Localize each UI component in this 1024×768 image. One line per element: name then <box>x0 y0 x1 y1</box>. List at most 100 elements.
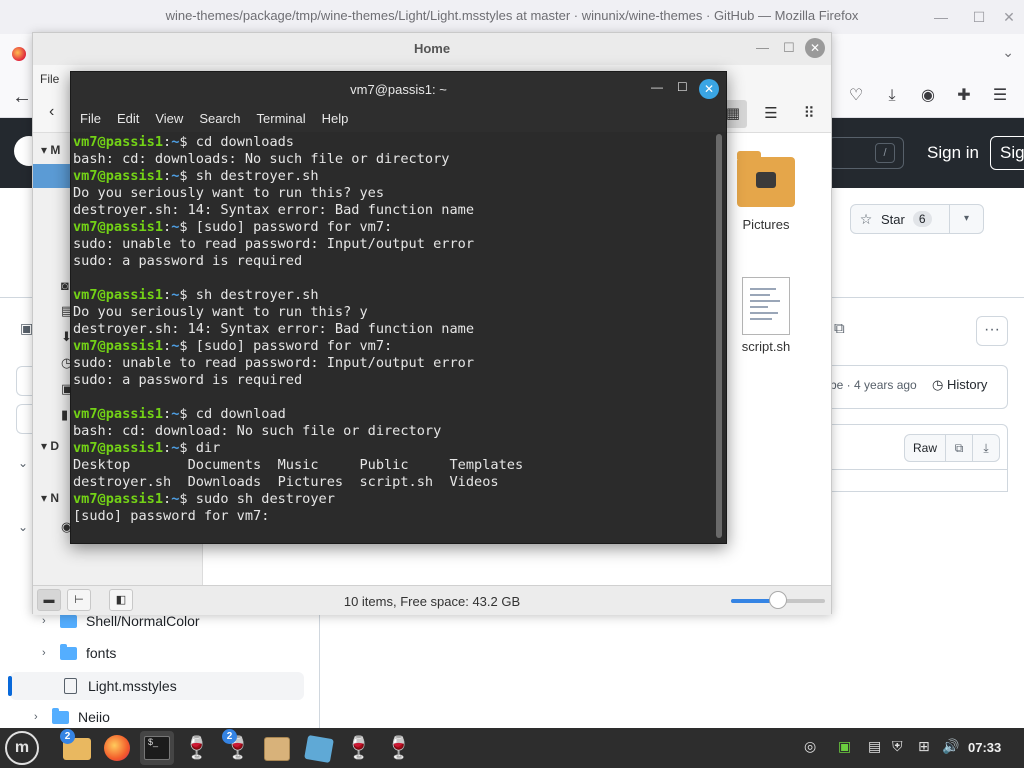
prompt-user: vm7@passis1 <box>73 338 164 354</box>
tree-item-fonts[interactable]: › fonts <box>42 639 116 667</box>
download-raw-icon[interactable]: ⤓ <box>972 434 1000 462</box>
tab-list-chevron-icon[interactable]: ⌄ <box>1002 44 1014 61</box>
shield-icon[interactable]: ⛨ <box>892 738 903 755</box>
taskbar-app-firefox[interactable] <box>100 731 134 765</box>
prompt-separator: : <box>163 287 172 303</box>
history-button[interactable]: ◷ History <box>932 377 987 393</box>
terminal-line: sudo: unable to read password: Input/out… <box>73 236 523 253</box>
taskbar-app-terminal[interactable]: $_ <box>140 731 174 765</box>
pocket-icon[interactable]: ♡ <box>846 86 866 106</box>
compact-view-button[interactable]: ⠿ <box>795 100 823 128</box>
zoom-slider-knob[interactable] <box>769 591 787 609</box>
files-badge: 2 <box>60 729 75 744</box>
star-button[interactable]: ☆ Star 6 ▾ <box>850 204 984 234</box>
sign-up-button[interactable]: Sig <box>990 136 1024 170</box>
terminal-menu-search[interactable]: Search <box>199 106 240 132</box>
sign-in-link[interactable]: Sign in <box>927 143 979 163</box>
terminal-maximize-button[interactable]: ☐ <box>677 80 688 94</box>
clock[interactable]: 07:33 <box>968 740 1001 755</box>
raw-button[interactable]: Raw <box>904 434 946 462</box>
terminal-line: vm7@passis1:~$ [sudo] password for vm7: <box>73 338 523 355</box>
more-options-button[interactable]: ··· <box>976 316 1008 346</box>
terminal-close-button[interactable]: ✕ <box>699 79 719 99</box>
chevron-right-icon[interactable]: › <box>34 711 52 723</box>
taskbar-app-archive[interactable] <box>260 731 294 765</box>
fm-back-icon[interactable]: ‹ <box>49 103 54 121</box>
trash-icon: ▮ <box>61 407 69 422</box>
sidebar-section-devices[interactable]: ▾ D <box>41 439 59 453</box>
tree-item-light-msstyles[interactable]: Light.msstyles <box>64 672 177 700</box>
search-shortcut-key: / <box>875 143 895 163</box>
taskbar-app-wine-glass-2[interactable]: 🍷 <box>341 731 375 765</box>
tree-item-neiio[interactable]: › Neiio <box>34 703 110 731</box>
terminal-menu-terminal[interactable]: Terminal <box>257 106 306 132</box>
sidebar-section-my-computer[interactable]: ▾ M <box>41 143 60 157</box>
output-text: destroyer.sh: 14: Syntax error: Bad func… <box>73 321 475 337</box>
firefox-maximize-button[interactable]: ☐ <box>966 6 992 28</box>
output-text: bash: cd: downloads: No such file or dir… <box>73 151 450 167</box>
terminal-menu-view[interactable]: View <box>155 106 183 132</box>
terminal-scrollbar[interactable] <box>716 134 722 538</box>
fm-maximize-button[interactable]: ☐ <box>783 40 795 56</box>
output-text: bash: cd: download: No such file or dire… <box>73 423 442 439</box>
script-file-icon <box>742 277 790 335</box>
fm-minimize-button[interactable]: — <box>756 40 769 55</box>
network-icon[interactable]: ⊞ <box>918 738 930 755</box>
sidebar-section-network[interactable]: ▾ N <box>41 491 59 505</box>
terminal-body[interactable]: vm7@passis1:~$ cd downloads bash: cd: dow… <box>71 132 726 543</box>
terminal-menu-file[interactable]: File <box>80 106 101 132</box>
terminal-menu-help[interactable]: Help <box>322 106 349 132</box>
chevron-right-icon[interactable]: › <box>42 647 60 659</box>
tree-expand-chevron-icon[interactable]: ⌄ <box>18 456 28 470</box>
prompt-separator: : <box>163 406 172 422</box>
terminal-menu-edit[interactable]: Edit <box>117 106 139 132</box>
chrome-tray-icon[interactable]: ◎ <box>804 738 816 755</box>
download-icon[interactable]: ⤓ <box>882 86 902 106</box>
command-text: sh destroyer.sh <box>195 287 319 303</box>
tree-expand-chevron-icon-2[interactable]: ⌄ <box>18 520 28 534</box>
clipboard-icon[interactable]: ▤ <box>868 738 881 755</box>
command-text: cd download <box>195 406 286 422</box>
system-monitor-icon[interactable]: ▣ <box>838 738 851 755</box>
prompt-separator: : <box>163 338 172 354</box>
taskbar-app-virtualbox[interactable] <box>302 731 336 765</box>
star-dropdown-caret-icon[interactable]: ▾ <box>949 205 983 233</box>
prompt-symbol: $ <box>179 440 196 456</box>
taskbar-app-wine-glasses[interactable]: 🍷 <box>181 731 215 765</box>
list-view-button[interactable]: ☰ <box>757 100 785 128</box>
history-icon: ◷ <box>932 377 947 392</box>
output-text: sudo: unable to read password: Input/out… <box>73 236 475 252</box>
chevron-right-icon[interactable]: › <box>42 615 60 627</box>
copy-path-icon[interactable]: ⧉ <box>834 320 845 337</box>
terminal-line: [sudo] password for vm7: <box>73 508 523 525</box>
fm-item-pictures[interactable]: Pictures <box>721 151 811 232</box>
volume-icon[interactable]: 🔊 <box>942 738 959 755</box>
prompt-user: vm7@passis1 <box>73 440 164 456</box>
command-text: [sudo] password for vm7: <box>195 219 393 235</box>
terminal-line: bash: cd: download: No such file or dire… <box>73 423 523 440</box>
start-menu-button[interactable]: m <box>5 731 39 765</box>
file-header-divider <box>828 469 1008 470</box>
star-icon: ☆ <box>859 210 873 227</box>
account-icon[interactable]: ◉ <box>918 86 938 106</box>
terminal-line: destroyer.sh: 14: Syntax error: Bad func… <box>73 321 523 338</box>
copy-raw-icon[interactable]: ⧉ <box>945 434 973 462</box>
firefox-close-button[interactable]: ✕ <box>996 6 1022 28</box>
command-text: sh destroyer.sh <box>195 168 319 184</box>
firefox-minimize-button[interactable]: — <box>928 6 954 28</box>
output-text: sudo: a password is required <box>73 372 303 388</box>
firefox-tab-favicon-icon <box>12 47 26 61</box>
commit-age: be · 4 years ago <box>830 378 917 392</box>
browser-back-icon[interactable]: ← <box>12 86 32 109</box>
sidebar-item-home-selected[interactable] <box>33 164 73 188</box>
prompt-symbol: $ <box>179 219 196 235</box>
terminal-minimize-button[interactable]: — <box>651 80 663 94</box>
fm-close-button[interactable]: ✕ <box>805 38 825 58</box>
taskbar-app-wine-glass-3[interactable]: 🍷 <box>381 731 415 765</box>
menu-icon[interactable]: ☰ <box>990 86 1010 106</box>
output-text: destroyer.sh Downloads Pictures script.s… <box>73 474 499 490</box>
fm-item-script-sh[interactable]: script.sh <box>721 277 811 354</box>
fm-menu-file[interactable]: File <box>40 72 59 86</box>
extensions-icon[interactable]: ✚ <box>954 86 974 106</box>
